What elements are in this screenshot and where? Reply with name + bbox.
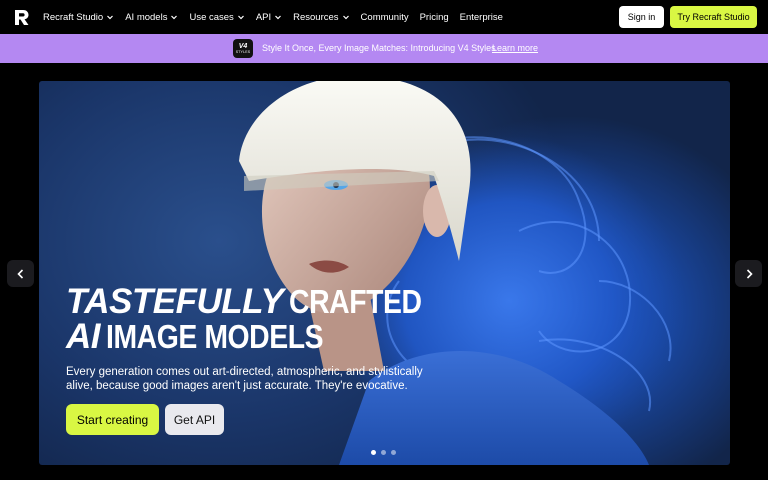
nav-label: Community — [360, 11, 409, 23]
carousel-next-button[interactable] — [735, 260, 762, 287]
nav-item-community[interactable]: Community — [361, 12, 409, 23]
chevron-down-icon — [237, 15, 244, 20]
chevron-right-icon — [746, 268, 753, 279]
nav-item-ai-models[interactable]: AI models — [125, 12, 178, 23]
nav-label: Use cases — [189, 11, 234, 23]
chevron-down-icon — [171, 15, 178, 20]
top-navigation: Recraft Studio AI models Use cases API R… — [0, 0, 768, 34]
nav-item-recraft-studio[interactable]: Recraft Studio — [43, 12, 114, 23]
badge-top-text: V4 — [238, 42, 248, 50]
chevron-down-icon — [342, 15, 349, 20]
sign-in-button[interactable]: Sign in — [619, 6, 664, 28]
carousel-dot[interactable] — [391, 450, 396, 455]
carousel-prev-button[interactable] — [7, 260, 34, 287]
chevron-down-icon — [107, 15, 114, 20]
recraft-logo-icon[interactable] — [13, 9, 30, 26]
headline-italic-1: TASTEFULLY — [66, 282, 284, 321]
nav-links: Recraft Studio AI models Use cases API R… — [43, 0, 514, 34]
nav-label: Recraft Studio — [43, 11, 104, 23]
nav-label: Resources — [293, 11, 339, 23]
nav-label: Enterprise — [459, 11, 503, 23]
nav-item-api[interactable]: API — [256, 12, 282, 23]
chevron-left-icon — [16, 268, 23, 279]
headline-italic-2: AI — [66, 317, 101, 356]
banner-text: Style It Once, Every Image Matches: Intr… — [262, 43, 496, 53]
nav-label: Pricing — [419, 11, 449, 23]
nav-item-use-cases[interactable]: Use cases — [189, 12, 244, 23]
hero-subtitle: Every generation comes out art-directed,… — [66, 366, 423, 392]
headline-bold-2: IMAGE MODELS — [106, 318, 324, 355]
nav-item-enterprise[interactable]: Enterprise — [460, 12, 503, 23]
try-recraft-studio-button[interactable]: Try Recraft Studio — [670, 6, 757, 28]
learn-more-link[interactable]: Learn more — [492, 43, 538, 53]
badge-bottom-text: STYLES — [235, 49, 251, 54]
carousel-dots — [371, 450, 396, 455]
headline-line-1: TASTEFULLY CRAFTED — [66, 284, 443, 319]
hero-headline: TASTEFULLY CRAFTED AI IMAGE MODELS — [66, 284, 443, 354]
announcement-banner: V4 STYLES Style It Once, Every Image Mat… — [0, 34, 768, 63]
nav-label: API — [255, 11, 272, 23]
nav-label: AI models — [125, 11, 168, 23]
nav-item-resources[interactable]: Resources — [293, 12, 349, 23]
chevron-down-icon — [275, 15, 282, 20]
get-api-button[interactable]: Get API — [165, 404, 224, 435]
nav-item-pricing[interactable]: Pricing — [420, 12, 449, 23]
v4-styles-badge-icon: V4 STYLES — [233, 39, 253, 58]
start-creating-button[interactable]: Start creating — [66, 404, 159, 435]
headline-line-2: AI IMAGE MODELS — [66, 319, 443, 354]
carousel-dot[interactable] — [371, 450, 376, 455]
headline-bold-1: CRAFTED — [289, 283, 422, 320]
carousel-dot[interactable] — [381, 450, 386, 455]
